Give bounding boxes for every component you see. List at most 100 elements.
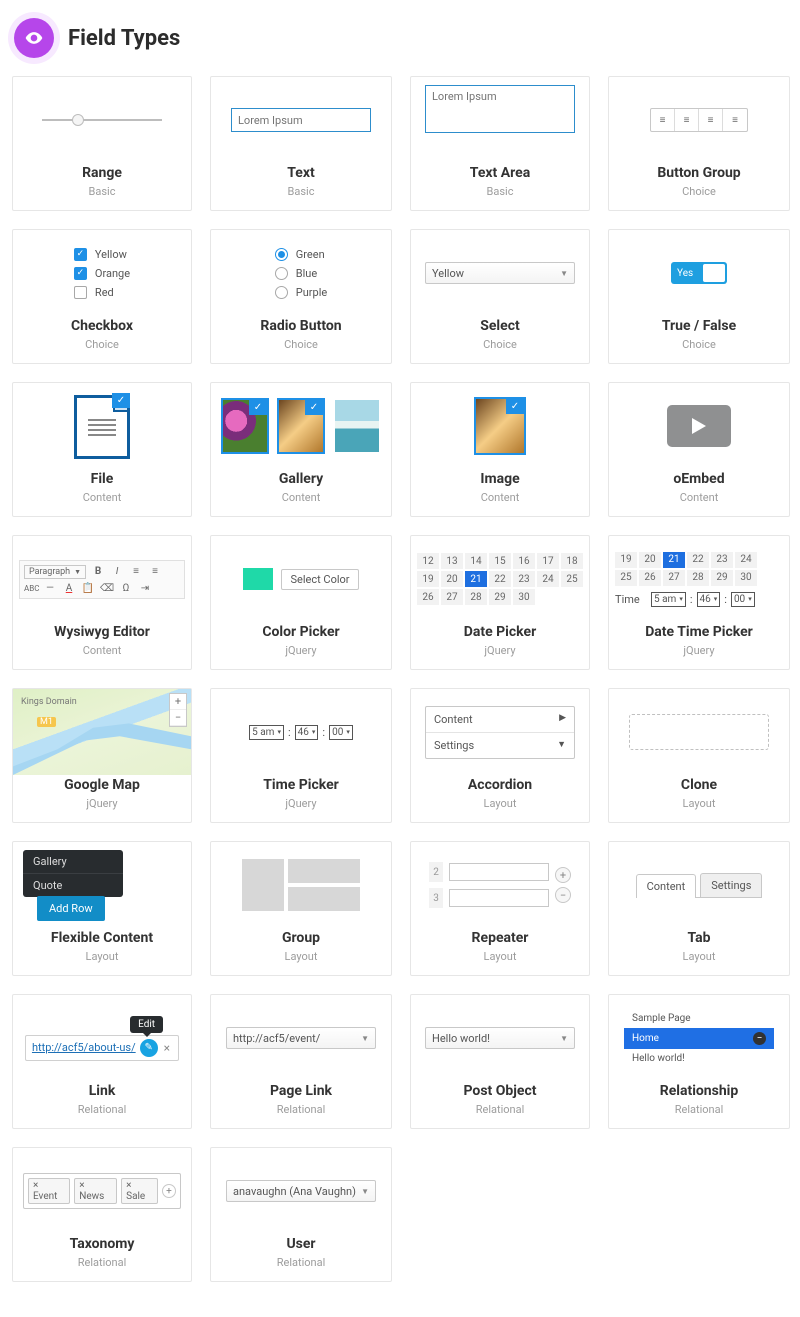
calendar-day[interactable]: 28 <box>687 570 709 586</box>
textarea-input[interactable] <box>425 85 575 133</box>
calendar-day[interactable]: 20 <box>441 571 463 587</box>
calendar-day[interactable]: 30 <box>513 589 535 605</box>
align-justify-icon[interactable]: ≡ <box>723 109 747 131</box>
card-accordion[interactable]: Content▶ Settings▼ Accordion Layout <box>410 688 590 823</box>
radio-option[interactable]: Purple <box>275 286 327 299</box>
calendar[interactable]: 12131415161718192021222324252627282930 <box>417 553 583 605</box>
calendar-day[interactable]: 26 <box>417 589 439 605</box>
second-select[interactable]: 00▾ <box>329 725 353 740</box>
zoom-in-icon[interactable]: + <box>170 694 186 710</box>
select-dropdown[interactable]: Yellow ▼ <box>425 262 575 284</box>
card-wysiwyg[interactable]: Paragraph▼ B I ≡ ≡ ABC — A 📋 ⌫ Ω ⇥ <box>12 535 192 670</box>
map-zoom-controls[interactable]: +− <box>169 693 187 727</box>
card-date-picker[interactable]: 12131415161718192021222324252627282930 D… <box>410 535 590 670</box>
card-google-map[interactable]: Kings Domain M1 +− Google Map jQuery <box>12 688 192 823</box>
calendar-day[interactable]: 27 <box>663 570 685 586</box>
calendar-day[interactable]: 21 <box>465 571 487 587</box>
relationship-list[interactable]: Sample Page Home− Hello world! <box>624 1009 774 1068</box>
calendar[interactable]: 192021222324252627282930 <box>615 552 783 586</box>
card-radio[interactable]: Green Blue Purple Radio Button Choice <box>210 229 392 364</box>
omega-icon[interactable]: Ω <box>119 583 133 594</box>
card-tab[interactable]: Content Settings Tab Layout <box>608 841 790 976</box>
calendar-day[interactable]: 28 <box>465 589 487 605</box>
checkbox-icon[interactable] <box>74 248 87 261</box>
tab-bar[interactable]: Content Settings <box>636 873 763 898</box>
card-user[interactable]: anavaughn (Ana Vaughn) ▼ User Relational <box>210 1147 392 1282</box>
range-slider[interactable] <box>42 119 162 121</box>
google-map[interactable]: Kings Domain M1 +− <box>13 689 191 775</box>
card-taxonomy[interactable]: × Event × News × Sale + Taxonomy Relatio… <box>12 1147 192 1282</box>
number-list-icon[interactable]: ≡ <box>148 566 162 577</box>
image-thumb[interactable]: ✓ <box>474 397 526 455</box>
radio-icon[interactable] <box>275 286 288 299</box>
calendar-day[interactable]: 19 <box>417 571 439 587</box>
link-widget[interactable]: Edit http://acf5/about-us/ ✎ × <box>25 1016 179 1061</box>
calendar-day[interactable]: 20 <box>639 552 661 568</box>
post-object-select[interactable]: Hello world! ▼ <box>425 1027 575 1049</box>
add-tag-icon[interactable]: + <box>162 1184 176 1198</box>
hr-icon[interactable]: — <box>43 583 57 594</box>
zoom-out-icon[interactable]: − <box>170 710 186 726</box>
calendar-day[interactable]: 25 <box>561 571 583 587</box>
card-page-link[interactable]: http://acf5/event/ ▼ Page Link Relationa… <box>210 994 392 1129</box>
calendar-day[interactable]: 13 <box>441 553 463 569</box>
radio-option[interactable]: Green <box>275 248 327 261</box>
text-input[interactable] <box>231 108 371 132</box>
checkbox-option[interactable]: Orange <box>74 267 130 280</box>
list-item[interactable]: Home− <box>624 1028 774 1049</box>
calendar-day[interactable]: 16 <box>513 553 535 569</box>
card-link[interactable]: Edit http://acf5/about-us/ ✎ × Link Rela… <box>12 994 192 1129</box>
wysiwyg-toolbar[interactable]: Paragraph▼ B I ≡ ≡ ABC — A 📋 ⌫ Ω ⇥ <box>19 560 185 599</box>
card-flexible-content[interactable]: Gallery Quote Add Row Flexible Content L… <box>12 841 192 976</box>
tag[interactable]: × News <box>74 1178 117 1204</box>
hour-select[interactable]: 5 am▾ <box>651 592 686 607</box>
calendar-day[interactable]: 27 <box>441 589 463 605</box>
add-row-icon[interactable]: + <box>555 867 571 883</box>
text-color-icon[interactable]: A <box>62 583 76 594</box>
gallery-thumb[interactable]: ✓ <box>221 398 269 454</box>
calendar-day[interactable]: 12 <box>417 553 439 569</box>
calendar-day[interactable]: 24 <box>735 552 757 568</box>
remove-icon[interactable]: − <box>753 1032 766 1045</box>
radio-icon[interactable] <box>275 267 288 280</box>
gallery-thumb[interactable] <box>333 398 381 454</box>
time-picker[interactable]: 5 am▾: 46▾: 00▾ <box>249 725 353 740</box>
accordion-row[interactable]: Content▶ <box>426 707 574 733</box>
accordion-row[interactable]: Settings▼ <box>426 733 574 758</box>
card-clone[interactable]: Clone Layout <box>608 688 790 823</box>
button-group[interactable]: ≡ ≡ ≡ ≡ <box>650 108 748 132</box>
card-oembed[interactable]: oEmbed Content <box>608 382 790 517</box>
checkbox-option[interactable]: Red <box>74 286 130 299</box>
card-gallery[interactable]: ✓ ✓ Gallery Content <box>210 382 392 517</box>
calendar-day[interactable]: 21 <box>663 552 685 568</box>
card-text[interactable]: Text Basic <box>210 76 392 211</box>
calendar-day[interactable]: 26 <box>639 570 661 586</box>
clear-icon[interactable]: ⌫ <box>100 583 114 594</box>
calendar-day[interactable]: 19 <box>615 552 637 568</box>
style-select[interactable]: Paragraph▼ <box>24 565 86 579</box>
gallery-thumb[interactable]: ✓ <box>277 398 325 454</box>
checkbox-icon[interactable] <box>74 267 87 280</box>
card-group[interactable]: Group Layout <box>210 841 392 976</box>
card-color-picker[interactable]: Select Color Color Picker jQuery <box>210 535 392 670</box>
italic-icon[interactable]: I <box>110 566 124 577</box>
radio-icon[interactable] <box>275 248 288 261</box>
calendar-day[interactable]: 29 <box>711 570 733 586</box>
align-right-icon[interactable]: ≡ <box>699 109 723 131</box>
remove-row-icon[interactable]: − <box>555 887 571 903</box>
minute-select[interactable]: 46▾ <box>697 592 721 607</box>
layout-menu-item[interactable]: Quote <box>23 874 123 897</box>
repeater-row[interactable]: 3 <box>429 888 549 908</box>
repeater[interactable]: 2 3 + − <box>429 862 571 908</box>
bullet-list-icon[interactable]: ≡ <box>129 566 143 577</box>
time-row[interactable]: Time 5 am▾: 46▾: 00▾ <box>615 592 783 607</box>
card-button-group[interactable]: ≡ ≡ ≡ ≡ Button Group Choice <box>608 76 790 211</box>
card-range[interactable]: Range Basic <box>12 76 192 211</box>
align-left-icon[interactable]: ≡ <box>651 109 675 131</box>
close-icon[interactable]: × <box>162 1041 172 1055</box>
calendar-day[interactable]: 14 <box>465 553 487 569</box>
layout-menu-item[interactable]: Gallery <box>23 850 123 874</box>
hour-select[interactable]: 5 am▾ <box>249 725 284 740</box>
checkbox-icon[interactable] <box>74 286 87 299</box>
card-date-time-picker[interactable]: 192021222324252627282930 Time 5 am▾: 46▾… <box>608 535 790 670</box>
